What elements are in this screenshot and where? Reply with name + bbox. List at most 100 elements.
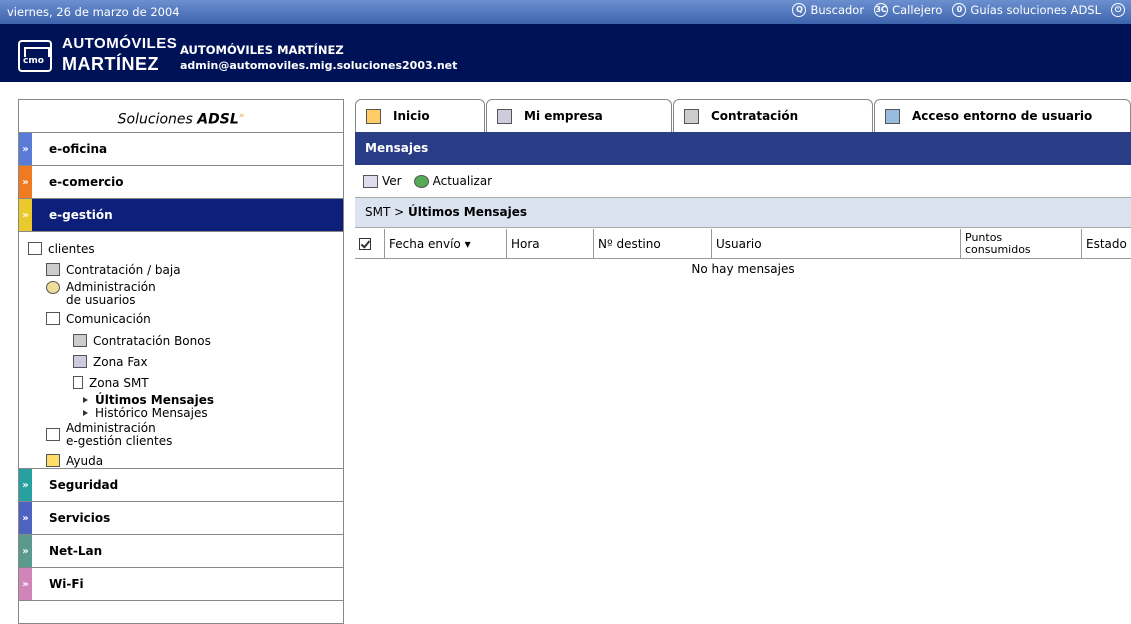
home-icon (366, 108, 381, 124)
top-tabs: Inicio Mi empresa Contratación Acceso en… (355, 99, 1131, 132)
tab-inicio[interactable]: Inicio (355, 99, 485, 132)
sidebar: Soluciones ADSL» » e-oficina » e-comerci… (18, 99, 344, 624)
tree-label: Ayuda (66, 454, 104, 468)
e-gestion-tree: clientes Contratación / baja Administrac… (19, 232, 343, 469)
sidebar-title-mark: » (238, 111, 245, 121)
sidebar-item-label: Net-Lan (49, 544, 103, 558)
edit-icon (46, 428, 60, 441)
breadcrumb-current: Últimos Mensajes (408, 205, 528, 219)
sidebar-item-label: e-oficina (49, 142, 108, 156)
tree-label: e-gestión clientes (66, 434, 173, 448)
tree-item-admin-gestion[interactable]: Administración e-gestión clientes (46, 422, 172, 448)
refresh-icon (413, 175, 429, 188)
map-icon[interactable]: 3C (874, 3, 889, 17)
double-chevron-icon: » (19, 199, 32, 231)
sidebar-item-label: e-gestión (49, 208, 113, 222)
breadcrumb-root[interactable]: SMT (365, 205, 390, 219)
column-fecha-envio[interactable]: Fecha envío ▾ (385, 229, 507, 259)
top-links: Q Buscador 3C Callejero 0 Guías solucion… (786, 3, 1125, 17)
users-icon (46, 281, 60, 294)
sidebar-title-brand: ADSL (197, 111, 239, 128)
tree-label: Zona SMT (89, 376, 149, 390)
tree-item-contratacion-bonos[interactable]: Contratación Bonos (73, 334, 211, 348)
power-icon[interactable]: ⏻ (1111, 3, 1125, 17)
tab-label: Mi empresa (524, 109, 603, 123)
logo-line-1: AUTOMÓVILES (62, 35, 178, 52)
tree-label: Histórico Mensajes (95, 406, 208, 420)
sidebar-item-label: Wi-Fi (49, 577, 84, 591)
tree-item-contratacion-baja[interactable]: Contratación / baja (46, 263, 181, 277)
current-date: viernes, 26 de marzo de 2004 (7, 5, 180, 19)
column-usuario[interactable]: Usuario (712, 229, 961, 259)
mobile-phone-icon (73, 376, 83, 389)
building-icon (497, 108, 512, 124)
guide-icon[interactable]: 0 (952, 3, 967, 17)
tab-label: Inicio (393, 109, 430, 123)
search-icon[interactable]: Q (792, 3, 807, 17)
tree-label: de usuarios (66, 293, 136, 307)
tree-item-clientes[interactable]: clientes (28, 242, 95, 256)
tree-item-comunicacion[interactable]: Comunicación (46, 312, 151, 326)
header: cmo AUTOMÓVILES MARTÍNEZ AUTOMÓVILES MAR… (0, 24, 1131, 82)
double-chevron-icon: » (19, 568, 32, 600)
car-logo-icon: cmo (18, 40, 52, 72)
refresh-button[interactable]: Actualizar (413, 174, 493, 188)
column-puntos-consumidos[interactable]: Puntos consumidos (961, 229, 1082, 259)
double-chevron-icon: » (19, 133, 32, 165)
triangle-right-icon (83, 397, 88, 403)
sidebar-item-seguridad[interactable]: » Seguridad (19, 469, 343, 502)
top-bar: viernes, 26 de marzo de 2004 Q Buscador … (0, 0, 1131, 24)
tab-mi-empresa[interactable]: Mi empresa (486, 99, 672, 132)
sidebar-item-e-oficina[interactable]: » e-oficina (19, 133, 343, 166)
user-access-icon (885, 108, 900, 124)
view-label: Ver (382, 174, 402, 188)
tab-label: Acceso entorno de usuario (912, 109, 1093, 123)
sidebar-item-e-comercio[interactable]: » e-comercio (19, 166, 343, 199)
tree-label: Zona Fax (93, 355, 148, 369)
sidebar-item-e-gestion[interactable]: » e-gestión (19, 199, 343, 232)
double-chevron-icon: » (19, 535, 32, 567)
tree-item-zona-fax[interactable]: Zona Fax (73, 355, 148, 369)
select-all-checkbox[interactable] (355, 229, 385, 259)
sidebar-title: Soluciones ADSL» (19, 100, 343, 133)
tree-label: Comunicación (66, 312, 151, 326)
sidebar-item-net-lan[interactable]: » Net-Lan (19, 535, 343, 568)
contract-icon (684, 108, 699, 124)
tree-label: Contratación Bonos (93, 334, 211, 348)
logo-line-2: MARTÍNEZ (62, 54, 159, 74)
company-email: admin@automoviles.mig.soluciones2003.net (180, 59, 458, 72)
guias-link[interactable]: Guías soluciones ADSL (970, 3, 1101, 17)
callejero-link[interactable]: Callejero (892, 3, 942, 17)
panel-heading: Mensajes (355, 132, 1131, 165)
triangle-right-icon (83, 410, 88, 416)
company-name: AUTOMÓVILES MARTÍNEZ (180, 43, 344, 57)
column-n-destino[interactable]: Nº destino (594, 229, 712, 259)
tree-label: Contratación / baja (66, 263, 181, 277)
sidebar-item-wi-fi[interactable]: » Wi-Fi (19, 568, 343, 601)
sidebar-item-servicios[interactable]: » Servicios (19, 502, 343, 535)
fax-icon (73, 355, 87, 368)
tree-item-ayuda[interactable]: Ayuda (46, 454, 103, 468)
double-chevron-icon: » (19, 502, 32, 534)
breadcrumb: SMT > Últimos Mensajes (355, 198, 1131, 228)
toolbar: Ver Actualizar (355, 165, 1131, 198)
sidebar-item-label: Seguridad (49, 478, 119, 492)
view-button[interactable]: Ver (363, 174, 402, 188)
contract-icon (73, 334, 87, 347)
tree-item-admin-usuarios[interactable]: Administración de usuarios (46, 281, 156, 307)
help-icon (46, 454, 60, 467)
tab-contratacion[interactable]: Contratación (673, 99, 873, 132)
contract-icon (46, 263, 60, 276)
sidebar-item-label: Servicios (49, 511, 111, 525)
buscador-link[interactable]: Buscador (810, 3, 864, 17)
column-estado[interactable]: Estado (1082, 229, 1131, 259)
sidebar-title-prefix: Soluciones (117, 111, 198, 128)
column-hora[interactable]: Hora (507, 229, 594, 259)
tab-acceso-entorno[interactable]: Acceso entorno de usuario (874, 99, 1131, 132)
breadcrumb-separator: > (390, 205, 408, 219)
refresh-label: Actualizar (432, 174, 493, 188)
tree-item-zona-smt[interactable]: Zona SMT (73, 376, 149, 390)
tree-item-historico-mensajes[interactable]: Histórico Mensajes (83, 407, 208, 420)
view-icon (363, 175, 378, 188)
speech-bubble-icon (46, 312, 60, 325)
